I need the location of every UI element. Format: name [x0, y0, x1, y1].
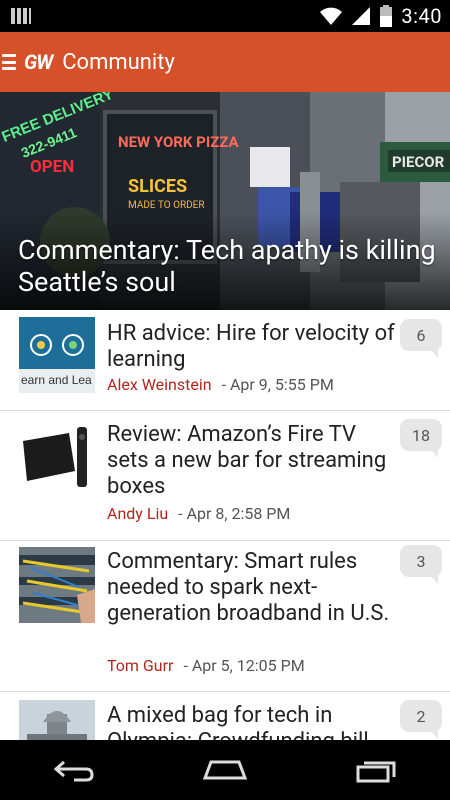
comment-bubble-icon[interactable]: 6	[400, 319, 442, 358]
article-thumbnail	[19, 547, 95, 623]
page-title: Community	[62, 49, 175, 75]
app-logo[interactable]: GW	[24, 50, 53, 74]
thumbnail-caption: earn and Lea	[21, 373, 92, 387]
article-author[interactable]: Alex Weinstein	[107, 375, 212, 394]
back-icon[interactable]	[52, 758, 96, 782]
article-date: - Apr 5, 12:05 PM	[183, 656, 305, 675]
article-meta: Alex Weinstein - Apr 9, 5:55 PM	[107, 375, 334, 394]
article-date: - Apr 9, 5:55 PM	[221, 375, 334, 394]
home-icon[interactable]	[201, 758, 249, 782]
comment-bubble-icon[interactable]: 18	[400, 419, 442, 458]
piecora-sign: PIECOR	[392, 153, 445, 171]
hero-article[interactable]: FREE DELIVERY 322-9411 OPEN NEW YORK PIZ…	[0, 92, 450, 310]
signal-icon	[352, 7, 371, 25]
comment-count: 2	[416, 706, 426, 726]
article-headline[interactable]: HR advice: Hire for velocity of learning	[107, 321, 397, 373]
comment-bubble-icon[interactable]: 2	[400, 700, 442, 739]
clock: 3:40	[401, 4, 442, 28]
article-thumbnail: earn and Lea	[19, 317, 95, 393]
article-author[interactable]: Tom Gurr	[107, 656, 173, 675]
menu-icon[interactable]	[2, 54, 16, 70]
app-bar: GW Community	[0, 32, 450, 92]
article-date: - Apr 8, 2:58 PM	[178, 504, 291, 523]
slices-sign: SLICES	[128, 176, 187, 197]
article-item-fire-tv[interactable]: Review: Amazon’s Fire TV sets a new bar …	[0, 411, 450, 541]
article-list: earn and Lea HR advice: Hire for velocit…	[0, 310, 450, 812]
battery-icon	[380, 5, 393, 27]
hero-title[interactable]: Commentary: Tech apathy is killing Seatt…	[18, 234, 438, 298]
wifi-icon	[320, 7, 343, 25]
comment-bubble-icon[interactable]: 3	[400, 545, 442, 584]
article-item-hr-advice[interactable]: earn and Lea HR advice: Hire for velocit…	[0, 310, 450, 411]
notification-icon	[11, 8, 31, 24]
article-meta: Tom Gurr - Apr 5, 12:05 PM	[107, 656, 305, 675]
article-headline[interactable]: Review: Amazon’s Fire TV sets a new bar …	[107, 422, 397, 500]
article-item-smart-rules[interactable]: Commentary: Smart rules needed to spark …	[0, 541, 450, 692]
navigation-bar	[0, 740, 450, 800]
open-sign: OPEN	[30, 157, 74, 177]
article-thumbnail	[19, 419, 95, 495]
pizza-sign: NEW YORK PIZZA	[118, 133, 240, 151]
recents-icon[interactable]	[354, 757, 398, 783]
comment-count: 3	[416, 551, 426, 571]
article-headline[interactable]: Commentary: Smart rules needed to spark …	[107, 549, 397, 627]
comment-count: 18	[412, 425, 430, 445]
article-author[interactable]: Andy Liu	[107, 504, 168, 523]
status-bar: 3:40	[0, 0, 450, 32]
made-to-order-sign: MADE TO ORDER	[128, 200, 205, 211]
article-meta: Andy Liu - Apr 8, 2:58 PM	[107, 504, 290, 523]
comment-count: 6	[416, 325, 426, 345]
